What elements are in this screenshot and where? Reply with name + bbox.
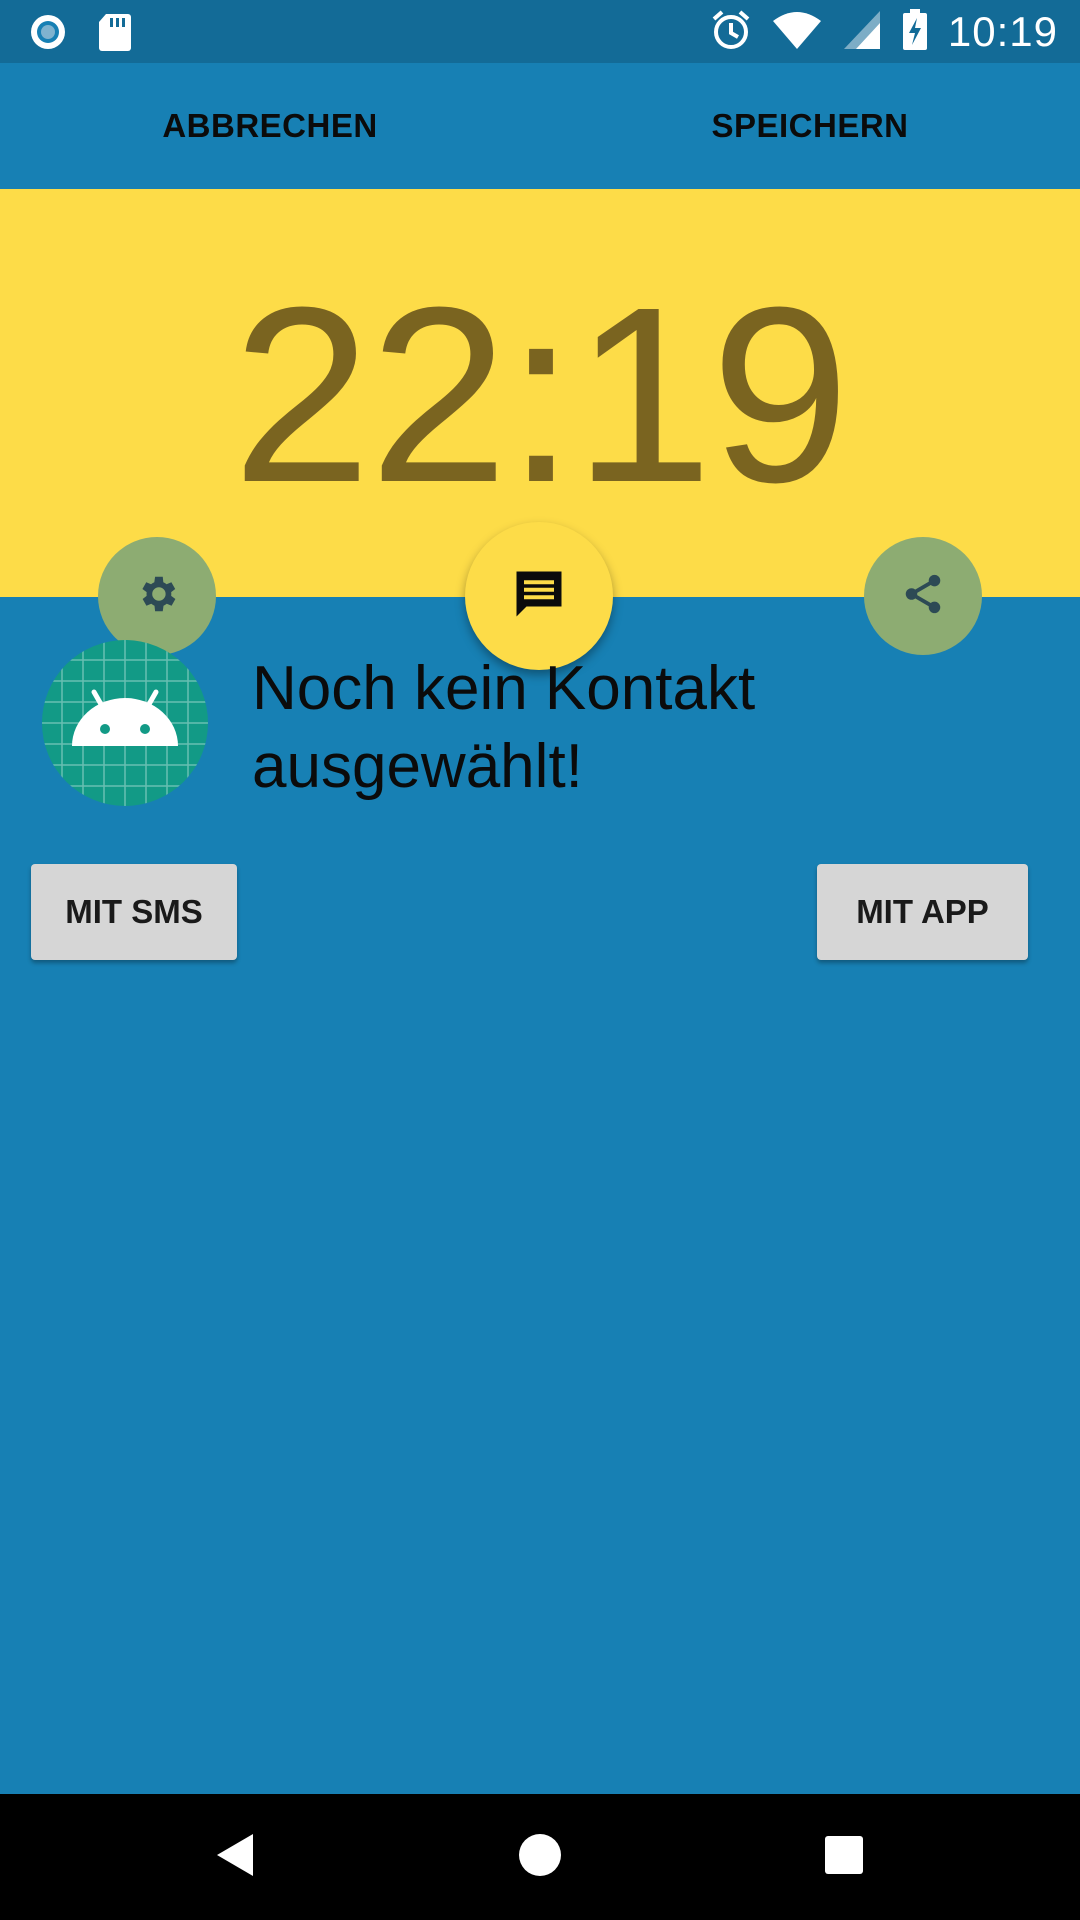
- battery-charging-icon: [902, 8, 928, 56]
- settings-button[interactable]: [98, 537, 216, 655]
- alarm-icon: [710, 9, 752, 56]
- send-app-button[interactable]: MIT APP: [817, 864, 1028, 960]
- home-icon: [518, 1833, 562, 1882]
- wifi-icon: [772, 9, 822, 56]
- share-button[interactable]: [864, 537, 982, 655]
- recents-button[interactable]: [784, 1794, 904, 1920]
- contact-avatar[interactable]: [42, 640, 208, 806]
- time-display[interactable]: 22:19: [0, 270, 1080, 520]
- sd-card-icon: [98, 12, 132, 57]
- navigation-bar: [0, 1794, 1080, 1920]
- recents-icon: [824, 1835, 864, 1880]
- action-bar: ABBRECHEN SPEICHERN: [0, 63, 1080, 189]
- send-sms-button[interactable]: MIT SMS: [31, 864, 237, 960]
- status-right-icons: 10:19: [710, 8, 1058, 56]
- status-time: 10:19: [947, 8, 1058, 55]
- status-bar: 10:19: [0, 0, 1080, 63]
- share-icon: [900, 571, 946, 622]
- save-button[interactable]: SPEICHERN: [540, 63, 1080, 189]
- home-button[interactable]: [480, 1794, 600, 1920]
- back-icon: [213, 1830, 257, 1885]
- contact-message: Noch kein Kontakt ausgewählt!: [252, 654, 756, 801]
- settings-icon: [134, 571, 180, 622]
- back-button[interactable]: [175, 1794, 295, 1920]
- message-icon: [509, 564, 569, 629]
- status-left-icons: [28, 12, 132, 57]
- cancel-button[interactable]: ABBRECHEN: [0, 63, 540, 189]
- cell-signal-icon: [842, 9, 882, 56]
- record-icon: [28, 12, 68, 57]
- message-button[interactable]: [465, 522, 613, 670]
- android-icon: [42, 640, 208, 806]
